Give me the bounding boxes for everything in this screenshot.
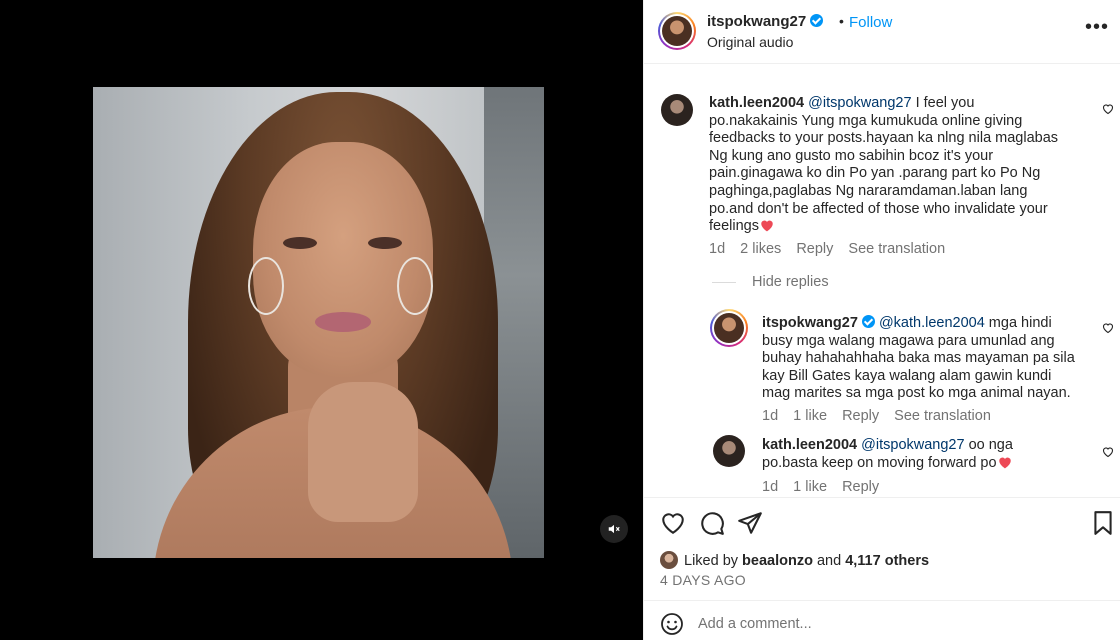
reply-button[interactable]: Reply: [842, 479, 879, 495]
comment-mention[interactable]: @kath.leen2004: [879, 315, 985, 331]
red-heart-emoji-icon: [998, 457, 1011, 468]
comment-text: kath.leen2004 @itspokwang27 I feel you p…: [709, 95, 1059, 235]
like-comment-heart-icon[interactable]: [1102, 446, 1114, 458]
like-heart-icon[interactable]: [660, 510, 686, 536]
post-actions-bar: [644, 497, 1120, 547]
like-comment-heart-icon[interactable]: [1102, 322, 1114, 334]
post-header: itspokwang27 • Follow Original audio •••: [644, 0, 1120, 64]
reply-button[interactable]: Reply: [842, 408, 879, 424]
follow-button[interactable]: Follow: [849, 14, 892, 31]
post-side-panel: itspokwang27 • Follow Original audio •••…: [643, 0, 1120, 640]
comment-bubble-icon[interactable]: [699, 510, 725, 536]
reply-button[interactable]: Reply: [796, 241, 833, 257]
mute-toggle-button[interactable]: [600, 515, 628, 543]
author-avatar[interactable]: [658, 12, 696, 50]
save-bookmark-icon[interactable]: [1090, 510, 1116, 536]
comment-username[interactable]: itspokwang27: [762, 315, 858, 331]
red-heart-emoji-icon: [761, 220, 773, 232]
comment-mention[interactable]: @itspokwang27: [861, 437, 964, 453]
audio-label[interactable]: Original audio: [707, 34, 793, 50]
avatar[interactable]: [710, 309, 748, 347]
instagram-post-modal: itspokwang27 • Follow Original audio •••…: [0, 0, 1120, 640]
more-options-icon[interactable]: •••: [1085, 17, 1109, 40]
comment-text: kath.leen2004 @itspokwang27 oo nga po.ba…: [762, 437, 1013, 471]
comment-username[interactable]: kath.leen2004: [709, 95, 804, 111]
add-comment-bar: [644, 600, 1120, 640]
post-date[interactable]: 4 DAYS AGO: [660, 572, 746, 588]
speaker-muted-icon: [608, 524, 620, 534]
comment-text: itspokwang27 @kath.leen2004 mga hindi bu…: [762, 315, 1075, 402]
like-comment-heart-icon[interactable]: [1102, 103, 1114, 115]
likes-count-link[interactable]: 4,117 others: [845, 553, 929, 569]
emoji-smiley-icon[interactable]: [660, 612, 684, 636]
liked-by-summary: Liked by beaalonzo and 4,117 others: [660, 551, 929, 569]
hide-replies-button[interactable]: Hide replies: [712, 274, 829, 290]
author-username[interactable]: itspokwang27: [707, 13, 824, 30]
comment-meta: 1d 1 like Reply: [762, 479, 880, 495]
comment-likes-count[interactable]: 1 like: [793, 479, 827, 495]
liked-by-user-link[interactable]: beaalonzo: [742, 553, 813, 569]
see-translation-button[interactable]: See translation: [848, 241, 945, 257]
comment-meta: 1d 1 like Reply See translation: [762, 408, 991, 424]
avatar[interactable]: [660, 551, 678, 569]
comment-mention[interactable]: @itspokwang27: [808, 95, 911, 111]
add-comment-input[interactable]: [698, 613, 1098, 635]
share-paper-plane-icon[interactable]: [737, 510, 763, 536]
post-media-area: [0, 0, 643, 640]
comment-likes-count[interactable]: 2 likes: [740, 241, 781, 257]
post-photo[interactable]: [93, 87, 544, 558]
avatar[interactable]: [713, 435, 745, 467]
comment-likes-count[interactable]: 1 like: [793, 408, 827, 424]
separator-dot: •: [839, 13, 844, 29]
comment-meta: 1d 2 likes Reply See translation: [709, 241, 946, 257]
verified-badge-icon: [861, 315, 875, 328]
comment-username[interactable]: kath.leen2004: [762, 437, 857, 453]
see-translation-button[interactable]: See translation: [894, 408, 991, 424]
avatar[interactable]: [661, 94, 693, 126]
comments-list[interactable]: kath.leen2004 @itspokwang27 I feel you p…: [644, 65, 1120, 495]
verified-badge-icon: [810, 14, 824, 27]
